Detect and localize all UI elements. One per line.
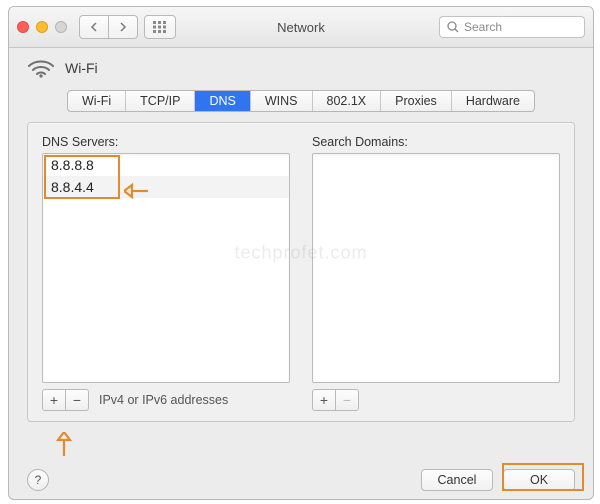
search-domains-add-button[interactable]: +	[312, 389, 336, 411]
dns-hint: IPv4 or IPv6 addresses	[99, 393, 228, 407]
dns-add-remove: + −	[42, 389, 89, 411]
network-preferences-window: Network Wi-Fi	[8, 6, 594, 500]
footer: ? Cancel OK	[9, 469, 593, 491]
back-button[interactable]	[79, 15, 109, 39]
search-input[interactable]	[439, 16, 585, 38]
search-domains-column: Search Domains: + −	[312, 135, 560, 411]
close-window-button[interactable]	[17, 21, 29, 33]
minimize-window-button[interactable]	[36, 21, 48, 33]
search-domains-add-remove: + −	[312, 389, 359, 411]
dns-servers-list[interactable]: 8.8.8.8 8.8.4.4	[42, 153, 290, 383]
dns-servers-column: DNS Servers: 8.8.8.8 8.8.4.4 + − IPv4 or…	[42, 135, 290, 411]
search-domains-remove-button[interactable]: −	[336, 389, 359, 411]
chevron-left-icon	[90, 22, 98, 32]
tab-bar: Wi-Fi TCP/IP DNS WINS 802.1X Proxies Har…	[9, 86, 593, 122]
dns-server-item[interactable]: 8.8.4.4	[43, 176, 289, 198]
tab-tcpip[interactable]: TCP/IP	[126, 91, 195, 111]
interface-name: Wi-Fi	[65, 60, 98, 76]
dns-servers-label: DNS Servers:	[42, 135, 290, 149]
search-domains-label: Search Domains:	[312, 135, 560, 149]
titlebar: Network	[9, 7, 593, 48]
tab-wins[interactable]: WINS	[251, 91, 313, 111]
forward-button[interactable]	[109, 15, 138, 39]
tab-wifi[interactable]: Wi-Fi	[68, 91, 126, 111]
nav-back-forward	[79, 15, 138, 39]
tab-8021x[interactable]: 802.1X	[313, 91, 382, 111]
tab-proxies[interactable]: Proxies	[381, 91, 452, 111]
dns-remove-button[interactable]: −	[66, 389, 89, 411]
tab-hardware[interactable]: Hardware	[452, 91, 534, 111]
search-wrap	[439, 16, 585, 38]
grid-icon	[153, 21, 167, 33]
dns-server-item[interactable]: 8.8.8.8	[43, 154, 289, 176]
annotation-arrow-up-icon	[54, 432, 74, 456]
cancel-button[interactable]: Cancel	[421, 469, 493, 491]
help-button[interactable]: ?	[27, 469, 49, 491]
show-all-button[interactable]	[144, 15, 176, 39]
chevron-right-icon	[119, 22, 127, 32]
dns-panel: DNS Servers: 8.8.8.8 8.8.4.4 + − IPv4 or…	[27, 122, 575, 422]
ok-button[interactable]: OK	[503, 469, 575, 491]
window-controls	[17, 21, 67, 33]
search-domains-list[interactable]	[312, 153, 560, 383]
dns-add-button[interactable]: +	[42, 389, 66, 411]
zoom-window-button[interactable]	[55, 21, 67, 33]
wifi-icon	[27, 58, 55, 78]
interface-header: Wi-Fi	[9, 48, 593, 86]
tab-dns[interactable]: DNS	[195, 91, 250, 111]
